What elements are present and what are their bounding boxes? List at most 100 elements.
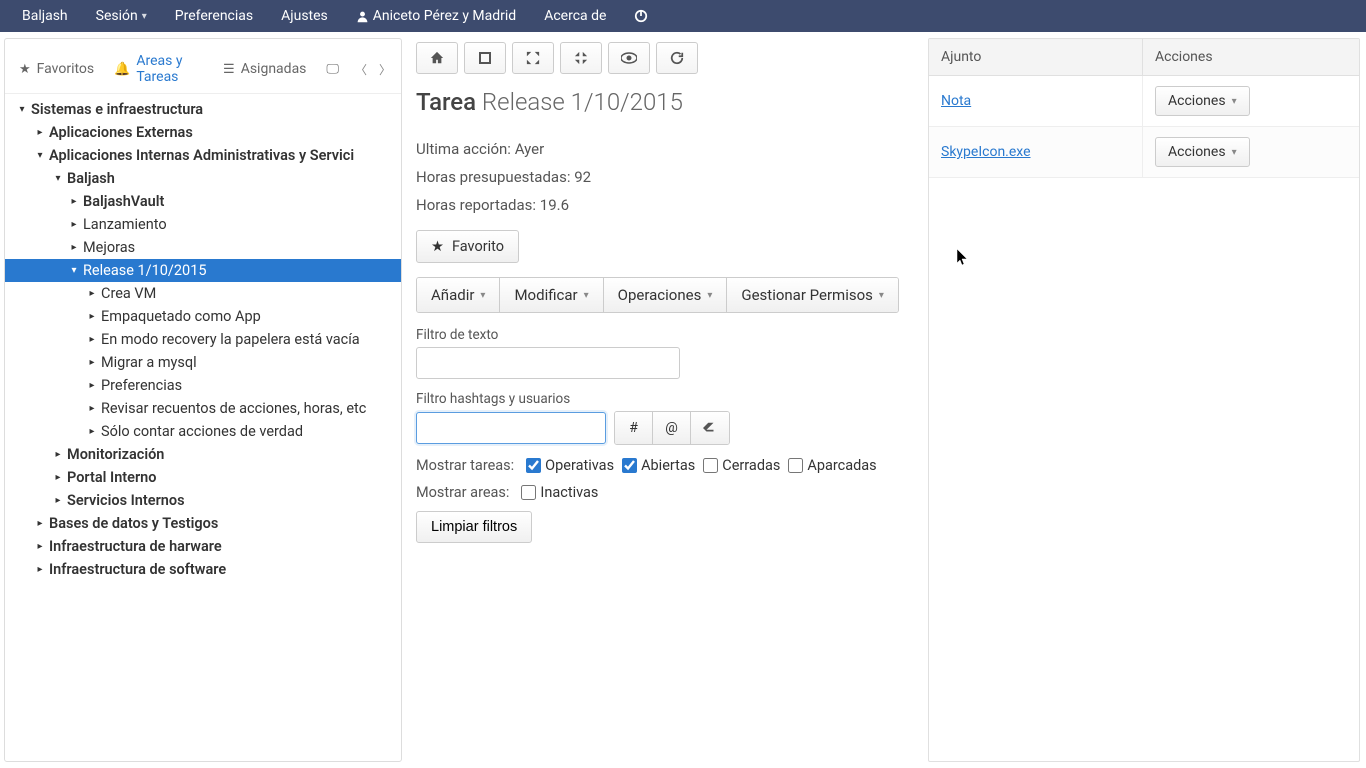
tree-node[interactable]: ▸Monitorización bbox=[5, 443, 401, 466]
tree-node[interactable]: ▸Aplicaciones Externas bbox=[5, 121, 401, 144]
session-menu[interactable]: Sesión▾ bbox=[82, 0, 161, 32]
about-link[interactable]: Acerca de bbox=[530, 0, 620, 32]
caret-right-icon: ▸ bbox=[87, 357, 97, 368]
attachments-panel: Ajunto Acciones Nota Acciones▾ SkypeIcon… bbox=[928, 38, 1360, 762]
tab-asignadas[interactable]: ☰Asignadas bbox=[213, 53, 316, 85]
power-button[interactable] bbox=[620, 0, 662, 32]
tree-node[interactable]: ▸Sólo contar acciones de verdad bbox=[5, 420, 401, 443]
chevron-down-icon: ▾ bbox=[879, 290, 884, 301]
tree-node[interactable]: ▸BaljashVault bbox=[5, 190, 401, 213]
user-menu[interactable]: Aniceto Pérez y Madrid bbox=[342, 0, 530, 32]
eye-icon bbox=[621, 52, 637, 64]
attachment-actions-menu[interactable]: Acciones▾ bbox=[1155, 86, 1250, 116]
hashtag-filter-input[interactable] bbox=[416, 412, 606, 444]
tree-node[interactable]: ▸Infraestructura de harware bbox=[5, 535, 401, 558]
attachment-actions-menu[interactable]: Acciones▾ bbox=[1155, 137, 1250, 167]
caret-right-icon: ▸ bbox=[53, 472, 63, 483]
caret-right-icon: ▸ bbox=[35, 518, 45, 529]
tree-node[interactable]: ▾Aplicaciones Internas Administrativas y… bbox=[5, 144, 401, 167]
hash-button[interactable]: # bbox=[615, 412, 653, 444]
tree-view[interactable]: ▾Sistemas e infraestructura ▸Aplicacione… bbox=[5, 94, 401, 761]
chevron-down-icon: ▾ bbox=[1232, 96, 1237, 107]
tab-extra[interactable]: 🖵 bbox=[316, 54, 349, 85]
tree-node[interactable]: ▸Servicios Internos bbox=[5, 489, 401, 512]
tree-node[interactable]: ▾Baljash bbox=[5, 167, 401, 190]
caret-right-icon: ▸ bbox=[87, 288, 97, 299]
chevron-down-icon: ▾ bbox=[584, 290, 589, 301]
tab-scroll-right[interactable]: 〉 bbox=[373, 57, 397, 82]
caret-right-icon: ▸ bbox=[87, 334, 97, 345]
tree-node[interactable]: ▸Mejoras bbox=[5, 236, 401, 259]
caret-right-icon: ▸ bbox=[35, 541, 45, 552]
attachment-link[interactable]: Nota bbox=[941, 93, 971, 109]
sidebar-tabs: ★Favoritos 🔔Areas y Tareas ☰Asignadas 🖵 … bbox=[5, 39, 401, 94]
check-cerradas[interactable]: Cerradas bbox=[703, 457, 780, 474]
show-tasks-row: Mostrar tareas: Operativas Abiertas Cerr… bbox=[416, 457, 914, 474]
maximize-pane-button[interactable] bbox=[464, 42, 506, 74]
operations-menu[interactable]: Operaciones▾ bbox=[604, 278, 728, 312]
expand-button[interactable] bbox=[512, 42, 554, 74]
home-button[interactable] bbox=[416, 42, 458, 74]
tab-favoritos[interactable]: ★Favoritos bbox=[9, 53, 104, 85]
caret-down-icon: ▾ bbox=[35, 150, 45, 161]
at-button[interactable]: @ bbox=[653, 412, 691, 444]
collapse-button[interactable] bbox=[560, 42, 602, 74]
attachments-col-actions: Acciones bbox=[1143, 39, 1359, 75]
square-icon bbox=[479, 52, 491, 64]
text-filter-input[interactable] bbox=[416, 347, 680, 379]
tree-node[interactable]: ▸Crea VM bbox=[5, 282, 401, 305]
favorite-button[interactable]: ★Favorito bbox=[416, 230, 519, 263]
eraser-icon bbox=[703, 422, 717, 434]
permissions-menu[interactable]: Gestionar Permisos▾ bbox=[727, 278, 898, 312]
settings-link[interactable]: Ajustes bbox=[267, 0, 342, 32]
show-areas-row: Mostrar areas: Inactivas bbox=[416, 484, 914, 501]
tree-node[interactable]: ▸Lanzamiento bbox=[5, 213, 401, 236]
tree-node-selected[interactable]: ▾Release 1/10/2015 bbox=[5, 259, 401, 282]
user-icon bbox=[356, 10, 369, 23]
text-filter-label: Filtro de texto bbox=[416, 327, 914, 343]
expand-icon bbox=[526, 51, 540, 65]
add-menu[interactable]: Añadir▾ bbox=[417, 278, 500, 312]
eraser-button[interactable] bbox=[691, 412, 729, 444]
monitor-icon: 🖵 bbox=[326, 62, 339, 77]
check-inactivas[interactable]: Inactivas bbox=[521, 484, 598, 501]
attachment-link[interactable]: SkypeIcon.exe bbox=[941, 144, 1031, 160]
prefs-link[interactable]: Preferencias bbox=[161, 0, 267, 32]
tree-node[interactable]: ▸Portal Interno bbox=[5, 466, 401, 489]
last-action-field: Ultima acción: Ayer bbox=[416, 140, 914, 158]
caret-right-icon: ▸ bbox=[35, 127, 45, 138]
refresh-button[interactable] bbox=[656, 42, 698, 74]
tree-node[interactable]: ▸Migrar a mysql bbox=[5, 351, 401, 374]
attachment-row: Nota Acciones▾ bbox=[929, 76, 1359, 127]
check-aparcadas[interactable]: Aparcadas bbox=[788, 457, 876, 474]
star-icon: ★ bbox=[19, 62, 31, 77]
caret-down-icon: ▾ bbox=[53, 173, 63, 184]
chevron-down-icon: ▾ bbox=[142, 11, 147, 22]
modify-menu[interactable]: Modificar▾ bbox=[500, 278, 603, 312]
caret-right-icon: ▸ bbox=[87, 380, 97, 391]
view-button[interactable] bbox=[608, 42, 650, 74]
chevron-down-icon: ▾ bbox=[707, 290, 712, 301]
caret-right-icon: ▸ bbox=[69, 219, 79, 230]
clear-filters-button[interactable]: Limpiar filtros bbox=[416, 511, 532, 543]
caret-right-icon: ▸ bbox=[87, 426, 97, 437]
top-navbar: Baljash Sesión▾ Preferencias Ajustes Ani… bbox=[0, 0, 1366, 32]
tree-node[interactable]: ▸En modo recovery la papelera está vacía bbox=[5, 328, 401, 351]
check-abiertas[interactable]: Abiertas bbox=[622, 457, 695, 474]
tree-node[interactable]: ▸Bases de datos y Testigos bbox=[5, 512, 401, 535]
tree-node-root[interactable]: ▾Sistemas e infraestructura bbox=[5, 98, 401, 121]
tab-scroll-left[interactable]: 〈 bbox=[349, 57, 373, 82]
caret-right-icon: ▸ bbox=[69, 242, 79, 253]
reported-hours-field: Horas reportadas: 19.6 bbox=[416, 196, 914, 214]
home-icon bbox=[430, 51, 444, 65]
brand-link[interactable]: Baljash bbox=[8, 0, 82, 32]
tab-areas[interactable]: 🔔Areas y Tareas bbox=[104, 45, 213, 93]
attachment-row: SkypeIcon.exe Acciones▾ bbox=[929, 127, 1359, 178]
tree-node[interactable]: ▸Revisar recuentos de acciones, horas, e… bbox=[5, 397, 401, 420]
check-operativas[interactable]: Operativas bbox=[526, 457, 614, 474]
tree-node[interactable]: ▸Empaquetado como App bbox=[5, 305, 401, 328]
chevron-down-icon: ▾ bbox=[480, 290, 485, 301]
tree-node[interactable]: ▸Infraestructura de software bbox=[5, 558, 401, 581]
caret-right-icon: ▸ bbox=[87, 311, 97, 322]
tree-node[interactable]: ▸Preferencias bbox=[5, 374, 401, 397]
